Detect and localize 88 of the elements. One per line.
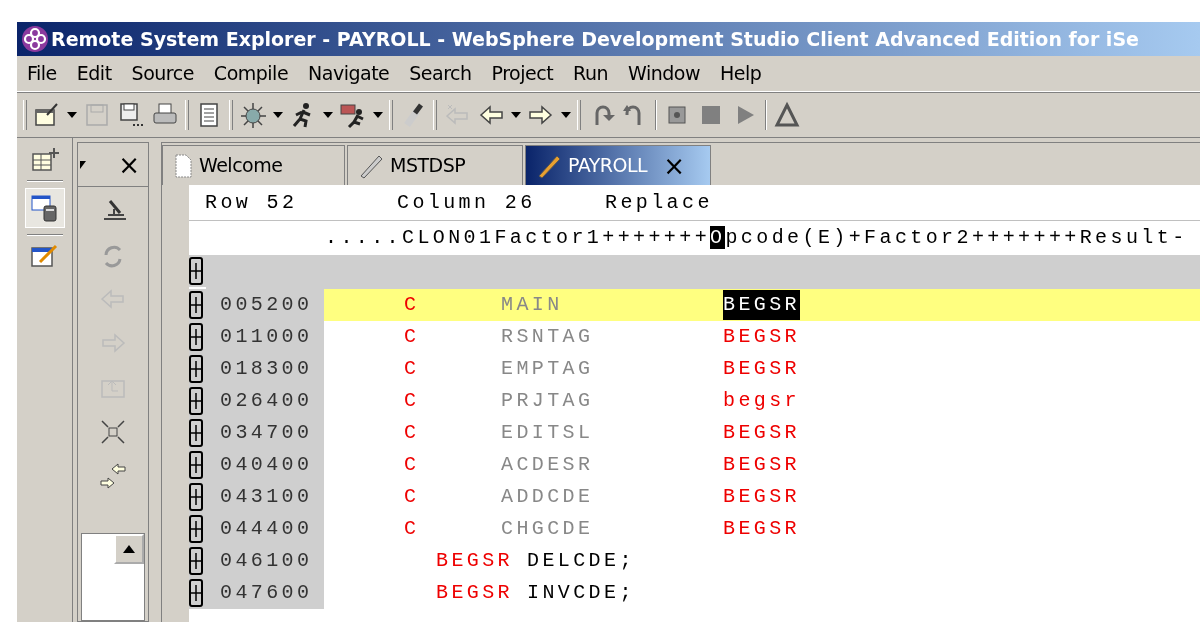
close-tab-button[interactable]: × (663, 152, 685, 179)
close-view-button[interactable]: × (118, 151, 140, 178)
expand-icon[interactable] (189, 515, 203, 543)
menu-item[interactable]: File (19, 59, 69, 88)
sequence-number: 005200 (206, 289, 324, 321)
expand-icon[interactable] (189, 355, 203, 383)
expand-icon[interactable] (189, 579, 203, 607)
edit-window-icon[interactable] (29, 242, 60, 270)
dropdown-arrow-icon[interactable] (511, 112, 521, 118)
menu-item[interactable]: Help (711, 59, 774, 88)
sequence-number: 043100 (206, 481, 324, 513)
factor1-field: EMPTAG (501, 354, 723, 384)
editor-tab[interactable]: Welcome (162, 145, 345, 185)
dropdown-arrow-icon[interactable] (323, 112, 333, 118)
spec-type: C (404, 356, 421, 382)
factor1-field: CHGCDE (501, 514, 723, 544)
spec-type: C (404, 388, 421, 414)
menu-item[interactable]: Source (123, 59, 206, 88)
column-indicator: Column 26 (397, 189, 537, 216)
spec-type: C (404, 452, 421, 478)
new-wizard-icon[interactable] (33, 101, 61, 129)
page-icon (173, 152, 193, 179)
app-logo-icon (21, 25, 49, 53)
expand-icon[interactable] (189, 451, 203, 479)
format-ruler: .....CLON01Factor1+++++++O pcode(E)+Factor2+++++++Result- (325, 225, 1188, 251)
sequence-number: 047600 (206, 577, 324, 609)
opcode-field: BEGSR (436, 546, 513, 576)
sequence-number: 040400 (206, 449, 324, 481)
expand-icon[interactable] (189, 483, 203, 511)
sequence-number: 026400 (206, 385, 324, 417)
menu-item[interactable]: Navigate (300, 59, 402, 88)
editor-tab[interactable]: MSTDSP (347, 145, 523, 185)
menu-item[interactable]: Project (483, 59, 566, 88)
menu-item[interactable]: Search (401, 59, 484, 88)
dropdown-arrow-icon[interactable] (561, 112, 571, 118)
opcode-field: BEGSR (436, 578, 513, 608)
editor-tab[interactable]: PAYROLL × (525, 145, 711, 185)
scrollbar[interactable] (81, 533, 145, 621)
expand-icon[interactable] (189, 323, 203, 351)
menu-item[interactable]: Run (565, 59, 621, 88)
spec-type: C (404, 292, 421, 318)
triangle-icon[interactable] (773, 101, 801, 129)
opcode-field: BEGSR (723, 290, 800, 320)
scroll-up-icon[interactable] (123, 545, 135, 553)
menu-item[interactable]: Window (620, 59, 712, 88)
opcode-field: BEGSR (723, 354, 800, 384)
bug-icon[interactable] (239, 101, 267, 129)
add-view-icon[interactable] (29, 146, 60, 174)
factor1-field: PRJTAG (501, 386, 723, 416)
factor1-field: ADDCDE (501, 482, 723, 512)
link-arrows-icon[interactable] (98, 461, 128, 491)
factor1-field: MAIN (501, 290, 723, 320)
sequence-number: 046100 (206, 545, 324, 577)
table-database-icon[interactable] (29, 193, 60, 223)
dropdown-arrow-icon[interactable] (67, 112, 77, 118)
opcode-field: begsr (723, 386, 800, 416)
expand-icon[interactable] (189, 291, 203, 319)
expand-icon[interactable] (189, 257, 203, 285)
expand-icon[interactable] (189, 387, 203, 415)
opcode-field: BEGSR (723, 418, 800, 448)
code-text: INVCDE; (527, 580, 635, 606)
menu-item[interactable]: Compile (205, 59, 301, 88)
expand-icon[interactable] (189, 547, 203, 575)
opcode-field: BEGSR (723, 322, 800, 352)
opcode-field: BEGSR (723, 450, 800, 480)
opcode-field: BEGSR (723, 482, 800, 512)
opcode-field: BEGSR (723, 514, 800, 544)
spec-type: C (404, 484, 421, 510)
sequence-number: 011000 (206, 321, 324, 353)
dropdown-arrow-icon[interactable] (273, 112, 283, 118)
spec-type: C (404, 324, 421, 350)
sequence-number: 044400 (206, 513, 324, 545)
menu-item[interactable]: Edit (68, 59, 124, 88)
dropdown-arrow-icon[interactable] (80, 160, 86, 169)
edit-mode-indicator: Replace (605, 189, 713, 216)
code-text: DELCDE; (527, 548, 635, 574)
factor1-field: ACDESR (501, 450, 723, 480)
sequence-number: 034700 (206, 417, 324, 449)
sequence-number: 018300 (206, 353, 324, 385)
factor1-field: RSNTAG (501, 322, 723, 352)
save-all-icon[interactable] (117, 101, 145, 129)
window-title: Remote System Explorer - PAYROLL - WebSphere Development Studio Client Advanced Edition for iSe (51, 26, 1139, 52)
row-indicator: Row 52 (205, 189, 299, 216)
spec-type: C (404, 420, 421, 446)
spec-type: C (404, 516, 421, 542)
expand-icon[interactable] (189, 419, 203, 447)
factor1-field: EDITSL (501, 418, 723, 448)
dropdown-arrow-icon[interactable] (373, 112, 383, 118)
